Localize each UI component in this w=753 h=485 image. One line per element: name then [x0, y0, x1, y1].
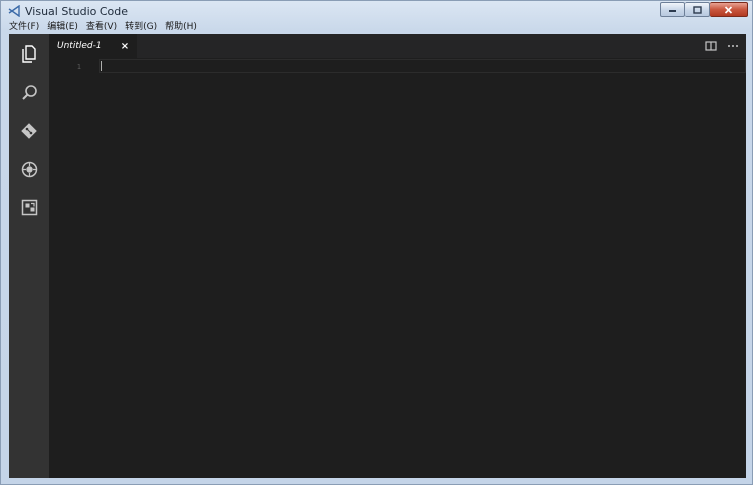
more-actions-button[interactable]	[724, 37, 742, 55]
editor-group: Untitled-1 × 1	[49, 34, 746, 478]
tab-label: Untitled-1	[57, 41, 102, 51]
menu-help[interactable]: 帮助(H)	[161, 21, 201, 34]
search-icon	[21, 84, 37, 100]
activity-bar	[9, 34, 49, 478]
debug-icon	[21, 161, 37, 177]
menu-view[interactable]: 查看(V)	[82, 21, 121, 34]
split-editor-icon	[705, 41, 717, 51]
explorer-icon	[22, 45, 36, 63]
activity-extensions[interactable]	[17, 195, 41, 219]
app-window: Visual Studio Code 文件(F) 编辑(E) 查看(V) 转到(…	[0, 0, 753, 485]
title-bar[interactable]: Visual Studio Code	[1, 1, 752, 21]
tab-close-button[interactable]: ×	[117, 38, 133, 54]
menu-goto[interactable]: 转到(G)	[121, 21, 161, 34]
close-button[interactable]	[710, 2, 748, 17]
vscode-logo-icon	[7, 4, 21, 18]
git-icon	[21, 123, 37, 139]
close-icon	[724, 5, 733, 14]
window-caption-buttons	[660, 2, 748, 18]
activity-explorer[interactable]	[17, 42, 41, 66]
activity-search[interactable]	[17, 80, 41, 104]
more-actions-icon	[728, 45, 738, 47]
activity-git[interactable]	[17, 119, 41, 143]
split-editor-button[interactable]	[702, 37, 720, 55]
current-line-highlight[interactable]	[99, 59, 746, 73]
line-number: 1	[76, 63, 81, 71]
editor-actions	[698, 34, 742, 58]
menu-edit[interactable]: 编辑(E)	[43, 21, 82, 34]
line-number-gutter: 1	[49, 58, 99, 478]
tab-bar: Untitled-1 ×	[49, 34, 746, 58]
menu-bar: 文件(F) 编辑(E) 查看(V) 转到(G) 帮助(H)	[1, 21, 752, 34]
maximize-button[interactable]	[685, 2, 710, 17]
minimize-icon	[669, 9, 676, 12]
activity-debug[interactable]	[17, 157, 41, 181]
menu-file[interactable]: 文件(F)	[1, 21, 43, 34]
text-cursor	[101, 61, 102, 71]
maximize-icon	[692, 5, 702, 14]
window-title: Visual Studio Code	[25, 4, 129, 18]
vscode-workbench: Untitled-1 × 1	[9, 34, 746, 478]
extensions-icon	[21, 199, 37, 215]
tab-untitled-1[interactable]: Untitled-1 ×	[49, 34, 137, 58]
minimize-button[interactable]	[660, 2, 685, 17]
